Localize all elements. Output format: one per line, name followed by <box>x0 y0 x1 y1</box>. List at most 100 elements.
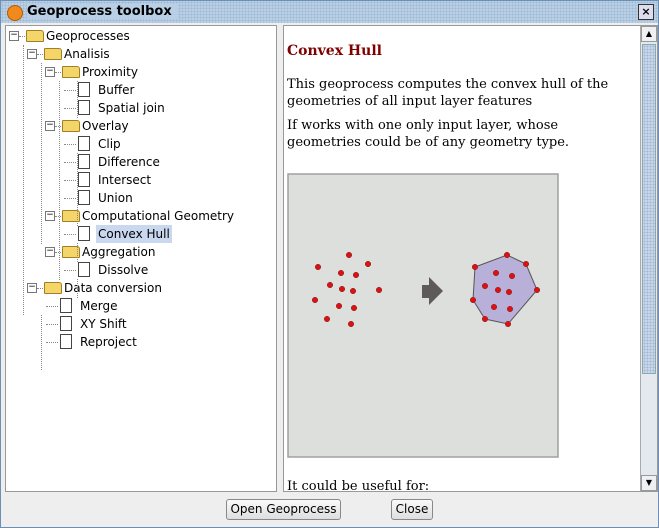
tree-item-label: Clip <box>98 137 121 151</box>
open-folder-icon <box>62 120 80 132</box>
open-folder-icon <box>26 30 44 42</box>
scroll-down-button[interactable]: ▼ <box>641 475 657 491</box>
open-folder-icon <box>62 66 80 78</box>
tree-item-analisis[interactable]: − Analisis <box>6 45 274 63</box>
document-icon <box>78 190 90 205</box>
point-marker <box>323 315 331 323</box>
tree-item-computational-geometry[interactable]: − Computational Geometry <box>6 207 274 225</box>
tree-connector-line <box>77 153 78 226</box>
point-marker <box>345 251 353 259</box>
open-folder-icon <box>44 282 62 294</box>
close-window-icon[interactable]: × <box>638 4 654 20</box>
point-marker <box>311 296 319 304</box>
point-marker <box>533 286 541 294</box>
collapse-toggle-icon[interactable]: − <box>45 211 55 221</box>
point-marker <box>471 263 479 271</box>
document-icon <box>60 316 72 331</box>
point-marker <box>314 263 322 271</box>
scrollbar-thumb[interactable] <box>642 44 656 374</box>
vertical-scrollbar[interactable]: ▲ ▼ <box>640 26 657 491</box>
collapse-toggle-icon[interactable]: − <box>9 31 19 41</box>
tree-item-label: Geoprocesses <box>46 29 130 43</box>
point-marker <box>504 320 512 328</box>
point-marker <box>375 286 383 294</box>
tree-item-label: Aggregation <box>82 245 156 259</box>
collapse-toggle-icon[interactable]: − <box>27 283 37 293</box>
point-marker <box>494 286 502 294</box>
tree-item-geoprocesses[interactable]: − Geoprocesses <box>6 27 274 45</box>
collapse-toggle-icon[interactable]: − <box>45 247 55 257</box>
point-marker <box>337 269 345 277</box>
tree-item-buffer[interactable]: Buffer <box>6 81 274 99</box>
tree-item-convex-hull[interactable]: Convex Hull <box>6 225 274 243</box>
tree-item-label: Dissolve <box>98 263 149 277</box>
tree-item-dissolve[interactable]: Dissolve <box>6 261 274 279</box>
point-marker <box>481 315 489 323</box>
tree-item-label: Difference <box>98 155 160 169</box>
tree-item-xy-shift[interactable]: XY Shift <box>6 315 274 333</box>
point-marker <box>508 272 516 280</box>
convex-hull-illustration <box>287 173 559 458</box>
tree-item-merge[interactable]: Merge <box>6 297 274 315</box>
tree-item-label: Data conversion <box>64 281 162 295</box>
tree-item-label: Analisis <box>64 47 110 61</box>
tree-item-reproject[interactable]: Reproject <box>6 333 274 351</box>
tree-item-label: Convex Hull <box>96 225 172 243</box>
tree-connector-line <box>77 81 78 118</box>
collapse-toggle-icon[interactable]: − <box>45 121 55 131</box>
tree-item-label: Proximity <box>82 65 138 79</box>
point-marker <box>350 304 358 312</box>
split-pane-divider[interactable] <box>277 25 282 491</box>
description-paragraph: This geoprocess computes the convex hull… <box>287 77 609 109</box>
tree-item-aggregation[interactable]: − Aggregation <box>6 243 274 261</box>
point-marker <box>352 271 360 279</box>
tree-item-proximity[interactable]: − Proximity <box>6 63 274 81</box>
tree-item-intersect[interactable]: Intersect <box>6 171 274 189</box>
document-icon <box>60 298 72 313</box>
document-icon <box>78 154 90 169</box>
point-marker <box>492 269 500 277</box>
tree-item-difference[interactable]: Difference <box>6 153 274 171</box>
tree-item-union[interactable]: Union <box>6 189 274 207</box>
collapse-toggle-icon[interactable]: − <box>45 67 55 77</box>
tree-item-clip[interactable]: Clip <box>6 135 274 153</box>
point-marker <box>505 288 513 296</box>
point-marker <box>503 251 511 259</box>
point-marker <box>349 287 357 295</box>
tree-item-label: Spatial join <box>98 101 165 115</box>
gvsig-app-icon <box>7 5 23 21</box>
tree-item-spatial-join[interactable]: Spatial join <box>6 99 274 117</box>
point-marker <box>364 260 372 268</box>
tree-item-label: Reproject <box>80 335 137 349</box>
geoprocess-tree: − Geoprocesses − Analisis − Proximity Buffer Sp… <box>5 25 277 492</box>
description-panel: Convex Hull This geoprocess computes the… <box>283 25 658 492</box>
document-icon <box>78 100 90 115</box>
tree-item-label: Computational Geometry <box>82 209 235 223</box>
title-bar[interactable]: Geoprocess toolbox × <box>1 1 658 23</box>
tree-connector-line <box>59 81 60 280</box>
collapse-toggle-icon[interactable]: − <box>27 49 37 59</box>
tree-connector-line <box>41 63 42 244</box>
point-marker <box>490 303 498 311</box>
tree-connector-line <box>41 315 42 370</box>
description-paragraph: If works with one only input layer, whos… <box>287 118 570 150</box>
tree-connector-line <box>77 279 78 298</box>
tree-item-label: Overlay <box>82 119 129 133</box>
document-icon <box>60 334 72 349</box>
document-icon <box>78 262 90 277</box>
point-marker <box>347 320 355 328</box>
tree-item-label: XY Shift <box>80 317 127 331</box>
tree-item-data-conversion[interactable]: − Data conversion <box>6 279 274 297</box>
close-button[interactable]: Close <box>391 499 433 520</box>
illustration-frame <box>287 173 559 458</box>
point-marker <box>326 281 334 289</box>
tree-item-overlay[interactable]: − Overlay <box>6 117 274 135</box>
point-marker <box>335 302 343 310</box>
scroll-up-button[interactable]: ▲ <box>641 26 657 42</box>
window-title: Geoprocess toolbox <box>27 4 178 19</box>
point-marker <box>506 305 514 313</box>
document-icon <box>78 226 90 241</box>
point-marker <box>481 282 489 290</box>
open-geoprocess-button[interactable]: Open Geoprocess <box>226 499 341 520</box>
tree-connector-line <box>77 243 78 262</box>
